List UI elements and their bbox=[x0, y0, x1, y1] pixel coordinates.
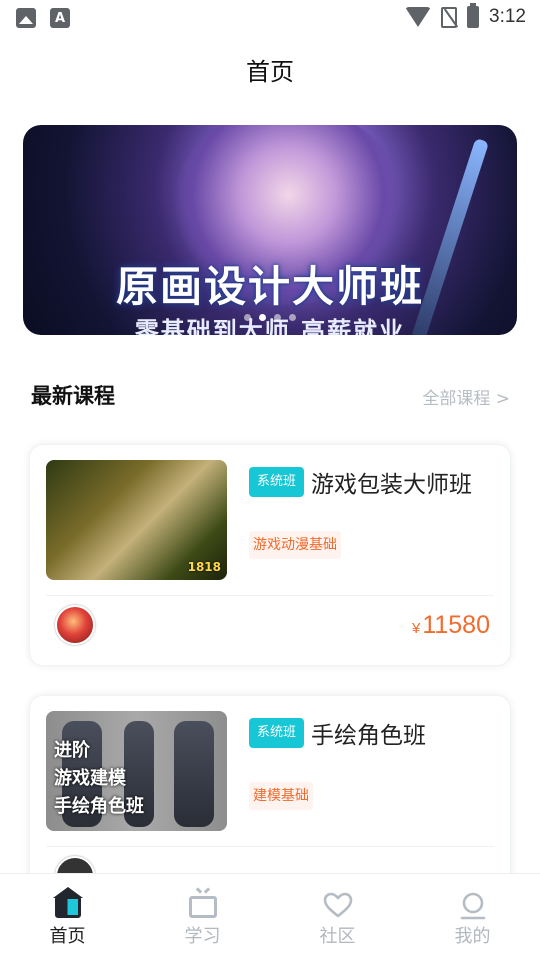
nav-label: 学习 bbox=[184, 926, 221, 947]
bottom-nav: 首页 学习 社区 我的 bbox=[0, 873, 540, 960]
price-value: 11580 bbox=[422, 611, 490, 639]
thumbnail-overlay-text: 进阶 游戏建模 手绘角色班 bbox=[54, 737, 144, 821]
battery-charging-icon bbox=[467, 3, 480, 28]
card-divider bbox=[46, 846, 494, 847]
section-title: 最新课程 bbox=[31, 384, 115, 408]
price-currency: ¥ bbox=[411, 620, 421, 637]
wifi-icon bbox=[405, 7, 432, 27]
page-title: 首页 bbox=[246, 58, 294, 86]
nav-study[interactable]: 学习 bbox=[135, 874, 270, 960]
carousel-dot[interactable] bbox=[289, 314, 296, 321]
tv-icon bbox=[188, 896, 217, 918]
image-icon bbox=[16, 8, 36, 28]
course-card[interactable]: 1818 系统班 游戏包装大师班 游戏动漫基础 ¥11580 bbox=[29, 444, 511, 666]
user-icon bbox=[460, 892, 485, 920]
course-category-tag: 游戏动漫基础 bbox=[249, 531, 341, 559]
nav-label: 首页 bbox=[49, 926, 86, 947]
course-category-tag: 建模基础 bbox=[249, 782, 313, 810]
home-icon bbox=[52, 887, 83, 918]
course-badge: 系统班 bbox=[249, 467, 305, 497]
nav-mine[interactable]: 我的 bbox=[405, 874, 540, 960]
thumbnail-line: 手绘角色班 bbox=[54, 796, 144, 817]
thumbnail-line: 进阶 bbox=[54, 740, 90, 761]
thumbnail-figure bbox=[174, 721, 214, 827]
all-courses-link[interactable]: 全部课程 > bbox=[422, 384, 510, 409]
nav-label: 我的 bbox=[454, 926, 491, 947]
a-text-icon: A bbox=[50, 8, 70, 28]
carousel-dot[interactable] bbox=[244, 314, 251, 321]
status-time: 3:12 bbox=[489, 6, 526, 27]
no-sim-icon bbox=[441, 6, 458, 28]
course-thumbnail: 1818 bbox=[46, 460, 227, 580]
nav-label: 社区 bbox=[319, 926, 356, 947]
teacher-avatar bbox=[55, 605, 95, 645]
carousel-dot[interactable] bbox=[274, 314, 281, 321]
thumbnail-mark: 1818 bbox=[187, 560, 221, 574]
course-name: 手绘角色班 bbox=[311, 723, 426, 749]
course-name: 游戏包装大师班 bbox=[311, 472, 472, 498]
banner-title: 原画设计大师班 bbox=[115, 262, 424, 311]
nav-home[interactable]: 首页 bbox=[0, 874, 135, 960]
course-price: ¥11580 bbox=[412, 611, 490, 640]
course-badge: 系统班 bbox=[249, 718, 305, 748]
carousel-dot-active[interactable] bbox=[259, 314, 266, 321]
thumbnail-line: 游戏建模 bbox=[54, 768, 126, 789]
nav-community[interactable]: 社区 bbox=[270, 874, 405, 960]
card-divider bbox=[46, 595, 494, 596]
carousel-dots bbox=[23, 314, 517, 321]
heart-icon bbox=[323, 892, 352, 918]
banner-carousel[interactable]: 原画设计大师班 零基础到大师 高薪就业 bbox=[23, 125, 517, 335]
course-thumbnail: 进阶 游戏建模 手绘角色班 bbox=[46, 711, 227, 831]
status-bar: A 3:12 bbox=[0, 0, 540, 36]
